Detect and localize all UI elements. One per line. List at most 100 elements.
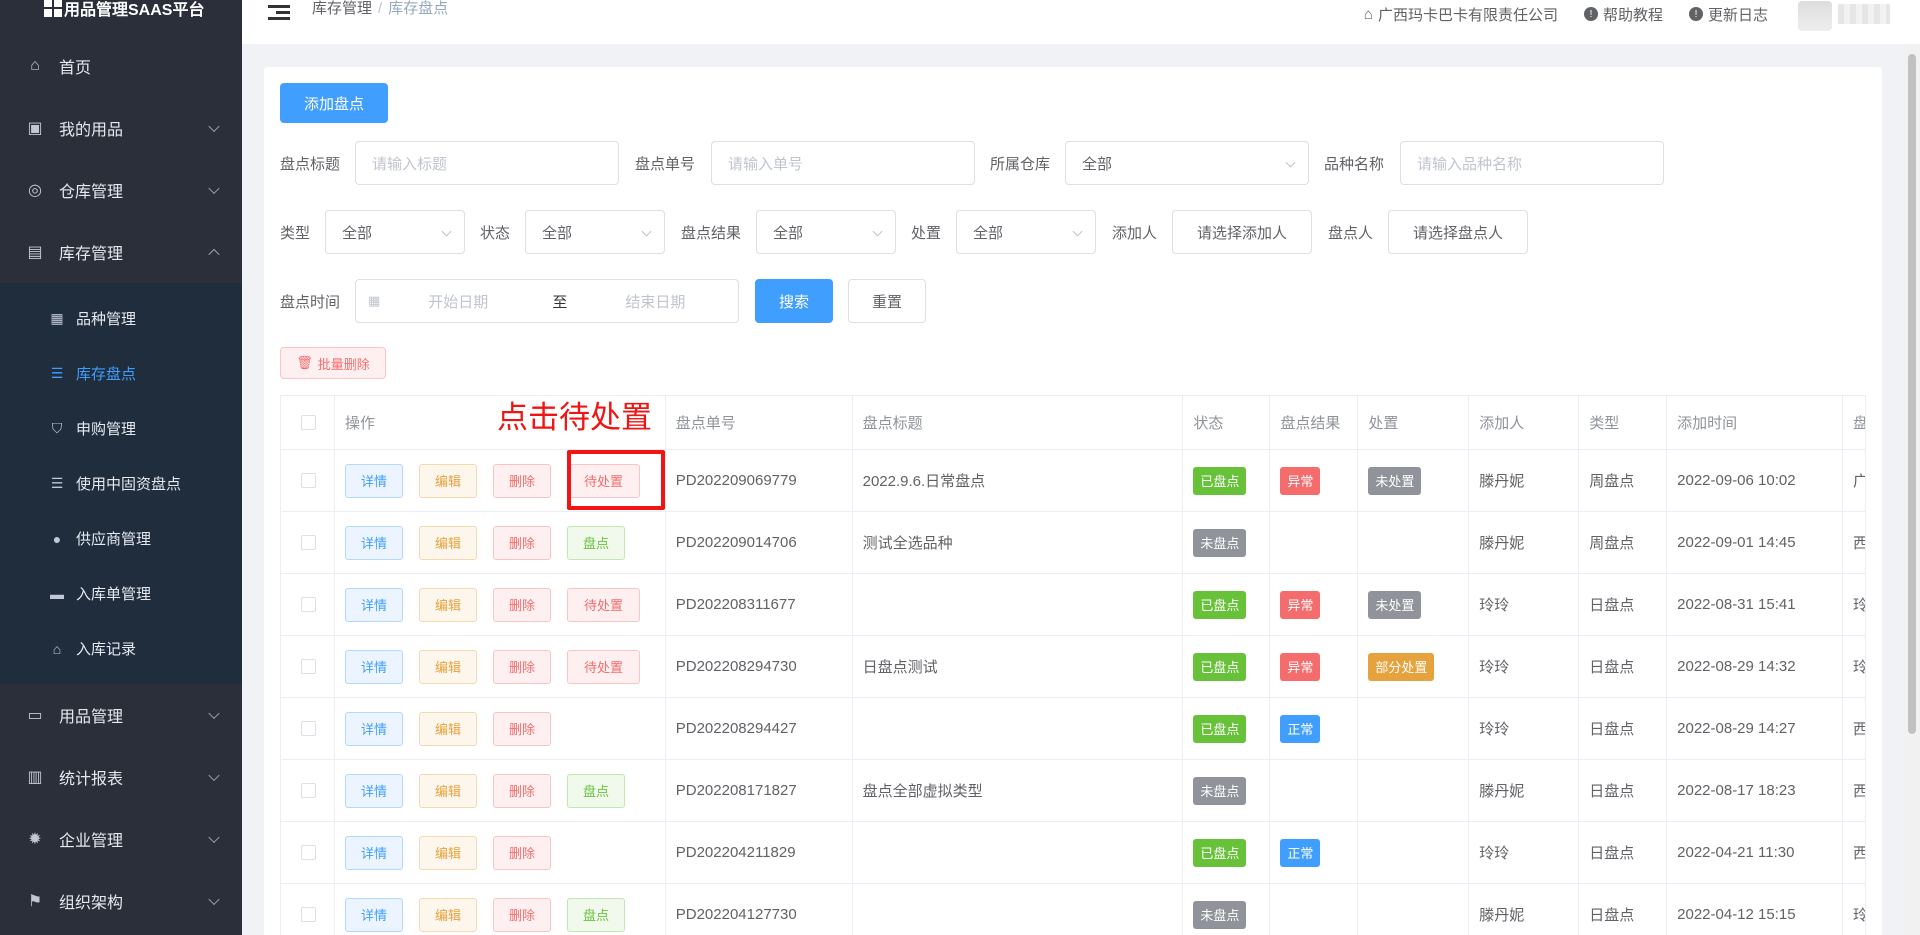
checker-picker[interactable]: 请选择盘点人 bbox=[1388, 210, 1528, 254]
add-stocktake-button[interactable]: 添加盘点 bbox=[280, 83, 388, 123]
row-checkbox[interactable] bbox=[300, 597, 316, 612]
hamburger-icon[interactable] bbox=[268, 5, 290, 21]
main-panel: 添加盘点 盘点标题 请输入标题 盘点单号 请输入单号 所属仓库 全部 品种名称 … bbox=[264, 67, 1882, 935]
sidebar-item-inbound-record[interactable]: ⌂ 入库记录 bbox=[0, 621, 242, 676]
status-select[interactable]: 全部 bbox=[525, 210, 665, 254]
sidebar-item-supplier[interactable]: ● 供应商管理 bbox=[0, 511, 242, 566]
edit-button[interactable]: 编辑 bbox=[418, 835, 477, 870]
sidebar-item-my-supplies[interactable]: ▣ 我的用品 bbox=[0, 97, 242, 159]
delete-button[interactable]: 删除 bbox=[493, 773, 552, 808]
detail-button[interactable]: 详情 bbox=[344, 649, 403, 684]
sidebar-item-variety[interactable]: ▦ 品种管理 bbox=[0, 291, 242, 346]
delete-button[interactable]: 删除 bbox=[493, 711, 552, 746]
adder-label: 添加人 bbox=[1112, 225, 1158, 242]
scrollbar-thumb[interactable] bbox=[1908, 54, 1916, 734]
edit-button[interactable]: 编辑 bbox=[418, 773, 477, 808]
handle-select[interactable]: 全部 bbox=[956, 210, 1096, 254]
result-cell: 正常 bbox=[1270, 698, 1359, 759]
detail-button[interactable]: 详情 bbox=[344, 835, 403, 870]
delete-button[interactable]: 删除 bbox=[493, 835, 552, 870]
sidebar-item-org[interactable]: ⚑ 组织架构 bbox=[0, 870, 242, 932]
sidebar-item-inbound-order[interactable]: ▬ 入库单管理 bbox=[0, 566, 242, 621]
row-checkbox-cell bbox=[281, 698, 335, 759]
status-tag: 已盘点 bbox=[1193, 714, 1247, 743]
row-checkbox[interactable] bbox=[300, 783, 316, 798]
edit-button[interactable]: 编辑 bbox=[418, 463, 477, 498]
sidebar-item-fixed-assets[interactable]: ☰ 使用中固资盘点 bbox=[0, 456, 242, 511]
sidebar-item-label: 首页 bbox=[59, 60, 92, 77]
stocktake-button[interactable]: 盘点 bbox=[567, 525, 626, 560]
search-button[interactable]: 搜索 bbox=[755, 279, 833, 323]
start-date-placeholder[interactable]: 开始日期 bbox=[428, 291, 488, 312]
sidebar-item-home[interactable]: ⌂ 首页 bbox=[0, 35, 242, 97]
row-checkbox[interactable] bbox=[300, 721, 316, 736]
type-select[interactable]: 全部 bbox=[325, 210, 465, 254]
row-actions: 详情 编辑 删除 bbox=[335, 698, 666, 759]
help-link[interactable]: ! 帮助教程 bbox=[1583, 4, 1663, 25]
warehouse-select[interactable]: 全部 bbox=[1065, 141, 1309, 185]
detail-button[interactable]: 详情 bbox=[344, 587, 403, 622]
title-cell bbox=[853, 822, 1184, 883]
sidebar-item-reports[interactable]: ▥ 统计报表 bbox=[0, 746, 242, 808]
type-cell: 周盘点 bbox=[1579, 450, 1668, 511]
delete-button[interactable]: 删除 bbox=[493, 463, 552, 498]
detail-button[interactable]: 详情 bbox=[344, 463, 403, 498]
reset-button[interactable]: 重置 bbox=[848, 279, 926, 323]
status-label: 状态 bbox=[480, 225, 511, 242]
row-actions: 详情 编辑 删除 盘点 bbox=[335, 884, 666, 935]
delete-button[interactable]: 删除 bbox=[493, 587, 552, 622]
detail-button[interactable]: 详情 bbox=[344, 525, 403, 560]
row-checkbox[interactable] bbox=[300, 907, 316, 922]
delete-button[interactable]: 删除 bbox=[493, 525, 552, 560]
breadcrumb-inventory[interactable]: 库存管理 bbox=[312, 0, 372, 17]
order-no-input[interactable]: 请输入单号 bbox=[711, 141, 975, 185]
company-switch[interactable]: ⌂ 广西玛卡巴卡有限责任公司 bbox=[1364, 4, 1558, 25]
date-range-picker[interactable]: ▦ 开始日期 至 结束日期 bbox=[355, 279, 739, 323]
detail-button[interactable]: 详情 bbox=[344, 897, 403, 932]
edit-button[interactable]: 编辑 bbox=[418, 649, 477, 684]
delete-button[interactable]: 删除 bbox=[493, 649, 552, 684]
top-header: 库存管理 / 库存盘点 ⌂ 广西玛卡巴卡有限责任公司 ! 帮助教程 ! 更新日志 bbox=[242, 0, 1920, 44]
sidebar-item-stocktake[interactable]: ☰ 库存盘点 bbox=[0, 346, 242, 401]
pending-handle-button[interactable]: 待处置 bbox=[567, 587, 641, 622]
pending-handle-button[interactable]: 待处置 bbox=[567, 649, 641, 684]
edit-button[interactable]: 编辑 bbox=[418, 587, 477, 622]
avatar[interactable] bbox=[1798, 1, 1832, 31]
sidebar-item-inventory[interactable]: ▤ 库存管理 bbox=[0, 221, 242, 283]
row-checkbox[interactable] bbox=[300, 535, 316, 550]
extra-cell: 玲 bbox=[1843, 574, 1867, 635]
sidebar-item-purchase[interactable]: ⛉ 申购管理 bbox=[0, 401, 242, 456]
result-select[interactable]: 全部 bbox=[756, 210, 896, 254]
edit-button[interactable]: 编辑 bbox=[418, 897, 477, 932]
handle-cell bbox=[1358, 698, 1470, 759]
changelog-link[interactable]: ! 更新日志 bbox=[1688, 4, 1768, 25]
row-checkbox[interactable] bbox=[300, 845, 316, 860]
detail-button[interactable]: 详情 bbox=[344, 773, 403, 808]
sidebar-item-label: 库存盘点 bbox=[76, 366, 137, 383]
sidebar-item-supplies[interactable]: ▭ 用品管理 bbox=[0, 684, 242, 746]
detail-button[interactable]: 详情 bbox=[344, 711, 403, 746]
end-date-placeholder[interactable]: 结束日期 bbox=[625, 291, 685, 312]
edit-button[interactable]: 编辑 bbox=[418, 525, 477, 560]
page-scrollbar[interactable] bbox=[1904, 44, 1920, 935]
sidebar-item-label: 我的用品 bbox=[59, 122, 124, 139]
header-title: 盘点标题 bbox=[853, 396, 1184, 449]
stocktake-button[interactable]: 盘点 bbox=[567, 773, 626, 808]
row-checkbox-cell bbox=[281, 636, 335, 697]
row-checkbox[interactable] bbox=[300, 659, 316, 674]
batch-delete-button[interactable]: 🗑 批量删除 bbox=[280, 347, 386, 379]
annotation-highlight-box bbox=[567, 450, 665, 510]
edit-button[interactable]: 编辑 bbox=[418, 711, 477, 746]
sidebar-item-warehouse[interactable]: ◎ 仓库管理 bbox=[0, 159, 242, 221]
info-icon: ! bbox=[1688, 7, 1703, 21]
sidebar-item-label: 申购管理 bbox=[76, 421, 137, 438]
title-input[interactable]: 请输入标题 bbox=[355, 141, 619, 185]
variety-input[interactable]: 请输入品种名称 bbox=[1400, 141, 1664, 185]
stocktake-button[interactable]: 盘点 bbox=[567, 897, 626, 932]
sidebar-item-enterprise[interactable]: ✹ 企业管理 bbox=[0, 808, 242, 870]
select-all-checkbox[interactable] bbox=[300, 415, 316, 430]
delete-button[interactable]: 删除 bbox=[493, 897, 552, 932]
status-tag: 已盘点 bbox=[1193, 838, 1247, 867]
adder-picker[interactable]: 请选择添加人 bbox=[1172, 210, 1312, 254]
row-checkbox[interactable] bbox=[300, 473, 316, 488]
